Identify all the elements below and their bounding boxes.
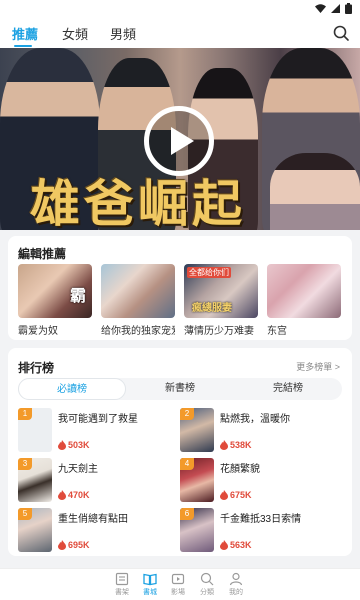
book-title: 给你我的独家宠爱 — [101, 326, 175, 337]
play-icon — [171, 127, 194, 155]
ranking-item[interactable]: 6 千金難抵33日索情 563K — [180, 508, 345, 554]
heat-count: 470K — [58, 490, 90, 500]
book-cover — [267, 264, 341, 318]
active-tab-indicator — [14, 45, 32, 47]
top-tab-bar: 推薦 女頻 男頻 — [0, 18, 360, 48]
flame-icon — [220, 490, 228, 500]
cover-text: 瘋總服妻 — [192, 303, 232, 314]
ranking-tabs: 必讀榜 新書榜 完結榜 — [18, 378, 342, 400]
book-cover: 5 — [18, 508, 52, 552]
search-icon[interactable] — [332, 24, 350, 42]
ranking-item[interactable]: 3 九天劍主 470K — [18, 458, 183, 504]
editor-picks-section: 編輯推薦 霸 霸爱为奴 给你我的独家宠爱 全都给你们 瘋總服妻 薄情历少万难妻 … — [8, 236, 352, 340]
heat-value: 503K — [68, 440, 90, 450]
rank-number: 3 — [18, 458, 32, 470]
book-card[interactable]: 给你我的独家宠爱 — [101, 264, 175, 337]
rank-number: 4 — [180, 458, 194, 470]
nav-label: 我的 — [229, 589, 243, 596]
heat-count: 503K — [58, 440, 90, 450]
book-title: 重生俏總有點田 — [58, 514, 128, 525]
book-title: 花顏繁貌 — [220, 464, 260, 475]
book-cover — [101, 264, 175, 318]
book-cover: 霸 — [18, 264, 92, 318]
flame-icon — [220, 440, 228, 450]
book-title: 我可能遇到了救星 — [58, 414, 138, 425]
book-title: 薄情历少万难妻 — [184, 326, 254, 337]
book-cover: 2 — [180, 408, 214, 452]
heat-count: 675K — [220, 490, 252, 500]
rank-number: 2 — [180, 408, 194, 420]
section-title: 排行榜 — [18, 361, 55, 375]
book-cover: 6 — [180, 508, 214, 552]
book-cover: 3 — [18, 458, 52, 502]
status-icons — [315, 3, 352, 14]
book-title: 霸爱为奴 — [18, 326, 58, 337]
heat-value: 538K — [230, 440, 252, 450]
bottom-nav-bar: 書架 書城 影場 分類 我的 — [0, 568, 360, 600]
heat-value: 470K — [68, 490, 90, 500]
flame-icon — [58, 490, 66, 500]
cover-tag: 全都给你们 — [187, 267, 231, 278]
book-card[interactable]: 霸 霸爱为奴 — [18, 264, 92, 337]
flame-icon — [220, 540, 228, 550]
flame-icon — [58, 540, 66, 550]
tab-female[interactable]: 女頻 — [62, 24, 88, 43]
heat-count: 538K — [220, 440, 252, 450]
tab-completed[interactable]: 完結榜 — [234, 378, 342, 400]
book-title: 九天劍主 — [58, 464, 98, 475]
book-open-icon — [143, 573, 157, 586]
status-bar — [0, 0, 360, 18]
book-title: 點燃我，溫暖你 — [220, 414, 290, 425]
video-icon — [171, 573, 185, 585]
rank-number: 6 — [180, 508, 194, 520]
signal-icon — [331, 4, 340, 13]
tab-recommend[interactable]: 推薦 — [12, 24, 38, 43]
play-button[interactable] — [144, 106, 214, 176]
banner-title: 雄爸崛起 — [30, 174, 246, 230]
tab-must-read[interactable]: 必讀榜 — [18, 378, 126, 400]
ranking-item[interactable]: 4 花顏繁貌 675K — [180, 458, 345, 504]
wifi-icon — [315, 4, 326, 13]
book-cover: 4 — [180, 458, 214, 502]
search-icon — [200, 572, 214, 586]
flame-icon — [58, 440, 66, 450]
heat-value: 675K — [230, 490, 252, 500]
section-title: 編輯推薦 — [18, 247, 67, 261]
heat-count: 695K — [58, 540, 90, 550]
bookshelf-icon — [115, 572, 129, 586]
book-title: 东宫 — [267, 326, 287, 337]
book-title: 千金難抵33日索情 — [220, 514, 302, 525]
rank-number: 1 — [18, 408, 32, 420]
heat-value: 563K — [230, 540, 252, 550]
rank-number: 5 — [18, 508, 32, 520]
ranking-item[interactable]: 5 重生俏總有點田 695K — [18, 508, 183, 554]
tab-male[interactable]: 男頻 — [110, 24, 136, 43]
battery-icon — [345, 3, 352, 14]
user-icon — [229, 572, 243, 586]
tab-new-books[interactable]: 新書榜 — [126, 378, 234, 400]
book-card[interactable]: 东宫 — [267, 264, 341, 337]
nav-profile[interactable]: 我的 — [216, 572, 256, 597]
heat-value: 695K — [68, 540, 90, 550]
ranking-item[interactable]: 1 我可能遇到了救星 503K — [18, 408, 183, 454]
ranking-item[interactable]: 2 點燃我，溫暖你 538K — [180, 408, 345, 454]
cover-text: 霸 — [69, 288, 86, 305]
book-cover: 1 — [18, 408, 52, 452]
book-cover: 全都给你们 瘋總服妻 — [184, 264, 258, 318]
book-card[interactable]: 全都给你们 瘋總服妻 薄情历少万难妻 — [184, 264, 258, 337]
featured-banner[interactable]: 雄爸崛起 — [0, 48, 360, 230]
heat-count: 563K — [220, 540, 252, 550]
ranking-section: 排行榜 更多榜單 > 必讀榜 新書榜 完結榜 1 我可能遇到了救星 503K 2… — [8, 348, 352, 556]
more-rankings-link[interactable]: 更多榜單 > — [296, 360, 340, 373]
